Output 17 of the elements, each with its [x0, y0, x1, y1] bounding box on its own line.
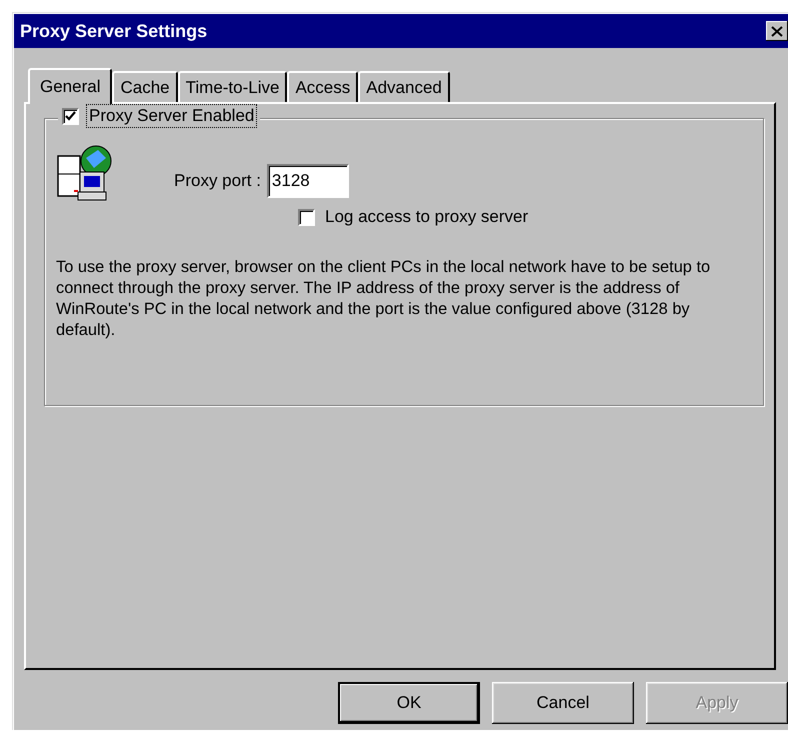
checkmark-icon [65, 111, 76, 121]
tab[interactable]: Time-to-Live [178, 71, 288, 102]
description-text: To use the proxy server, browser on the client PCs in the local network have to be setup to connect through the proxy server. The IP address of the proxy server is the address of WinRoute's PC in the local network and the port is the value configured above (3128 by default). [56, 256, 712, 340]
port-field[interactable]: 3128 [266, 164, 349, 198]
tab[interactable]: Advanced [358, 71, 450, 102]
checkbox[interactable] [298, 208, 315, 226]
dialog-button[interactable]: OK [338, 682, 480, 724]
port-label: Proxy port : [174, 171, 261, 191]
tab[interactable]: Cache [112, 71, 178, 102]
tab[interactable]: Access [287, 71, 358, 102]
checkbox[interactable] [62, 108, 79, 124]
close-icon [771, 26, 783, 36]
close-button[interactable] [766, 21, 788, 41]
dialog-button[interactable]: Cancel [492, 682, 634, 724]
window-title: Proxy Server Settings [20, 20, 208, 42]
checkbox-label[interactable]: Log access to proxy server [323, 206, 530, 228]
tab[interactable]: General [28, 68, 112, 104]
